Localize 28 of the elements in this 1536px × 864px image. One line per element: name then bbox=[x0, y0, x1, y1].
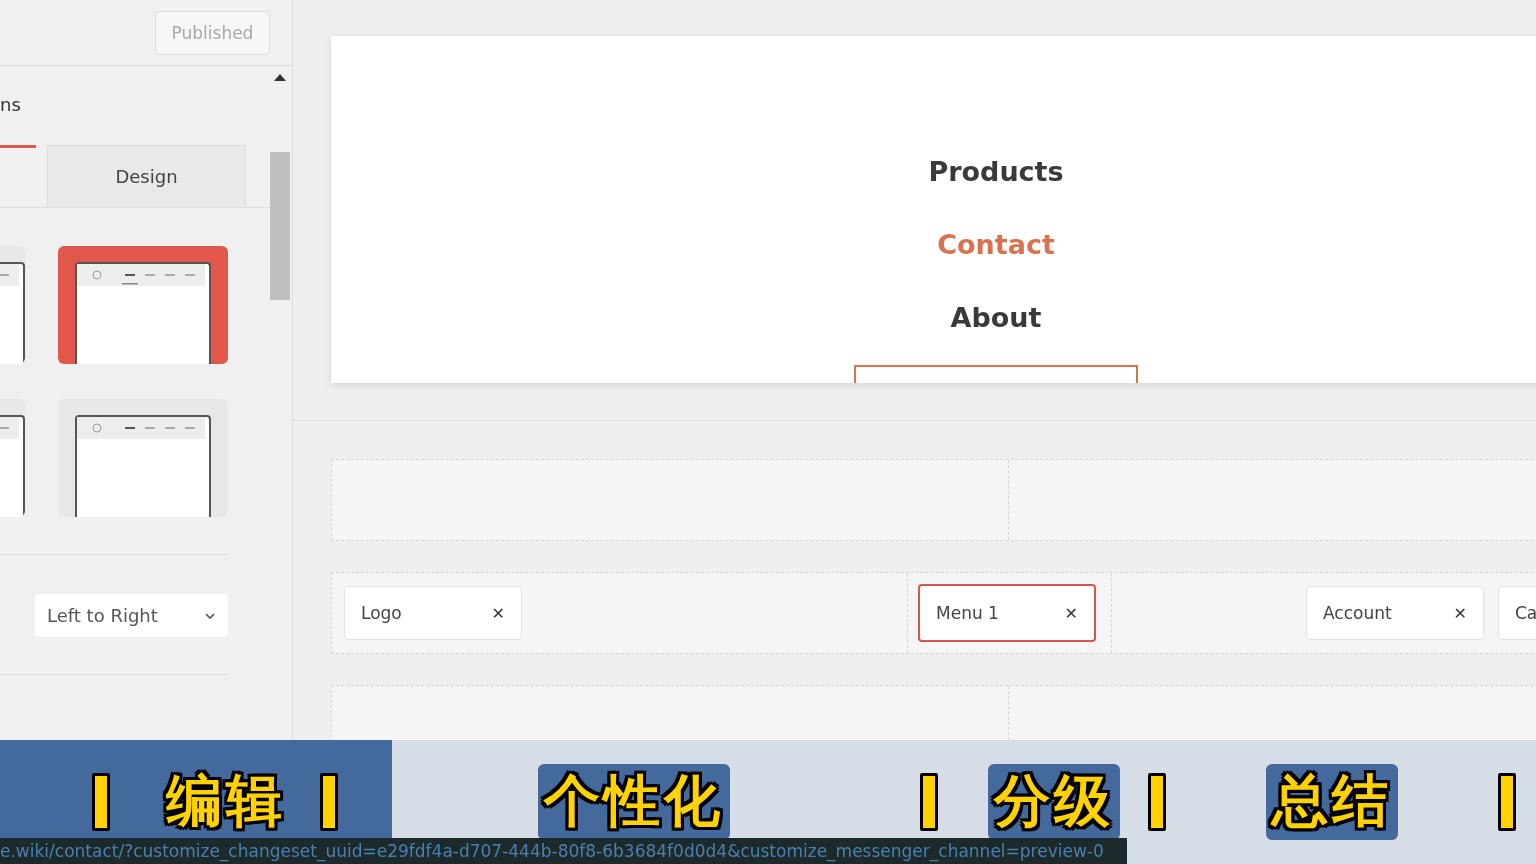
scroll-up-icon[interactable] bbox=[274, 74, 286, 81]
panel-tab[interactable]: Design bbox=[47, 145, 246, 207]
separator-bar bbox=[1148, 773, 1166, 831]
close-icon[interactable]: ✕ bbox=[491, 603, 505, 623]
close-icon[interactable]: ✕ bbox=[1453, 603, 1467, 623]
header-preview-icon bbox=[77, 417, 205, 439]
chapter-label: 个性化 bbox=[538, 764, 730, 840]
chapter-label: 总结 bbox=[1266, 764, 1398, 840]
section-title: ns bbox=[0, 94, 21, 117]
header-element[interactable]: Ca bbox=[1498, 586, 1536, 640]
layout-option[interactable] bbox=[58, 246, 228, 364]
chevron-down-icon bbox=[204, 611, 216, 620]
status-url: e.wiki/contact/?customize_changeset_uuid=e29fdf4a-d707-444b-80f8-6b3684f0d0d4&customize_messenger_channel=preview-0 bbox=[0, 838, 1127, 864]
layout-option[interactable] bbox=[58, 399, 228, 517]
chapter-label: 分级 bbox=[988, 764, 1120, 840]
header-element[interactable]: Menu 1 ✕ bbox=[918, 584, 1096, 642]
menu-link[interactable]: Products bbox=[928, 154, 1064, 189]
separator-bar bbox=[1498, 773, 1516, 831]
menu-link[interactable]: About bbox=[950, 300, 1042, 335]
separator-bar bbox=[320, 773, 338, 831]
header-element[interactable]: Account ✕ bbox=[1306, 586, 1484, 640]
header-element[interactable]: Logo ✕ bbox=[344, 586, 522, 640]
separator-bar bbox=[92, 773, 110, 831]
header-preview-icon bbox=[77, 264, 205, 286]
separator-bar bbox=[920, 773, 938, 831]
close-icon[interactable]: ✕ bbox=[1064, 603, 1078, 623]
direction-select[interactable]: Left to Right bbox=[35, 594, 228, 637]
scrollbar-thumb[interactable] bbox=[270, 152, 290, 300]
